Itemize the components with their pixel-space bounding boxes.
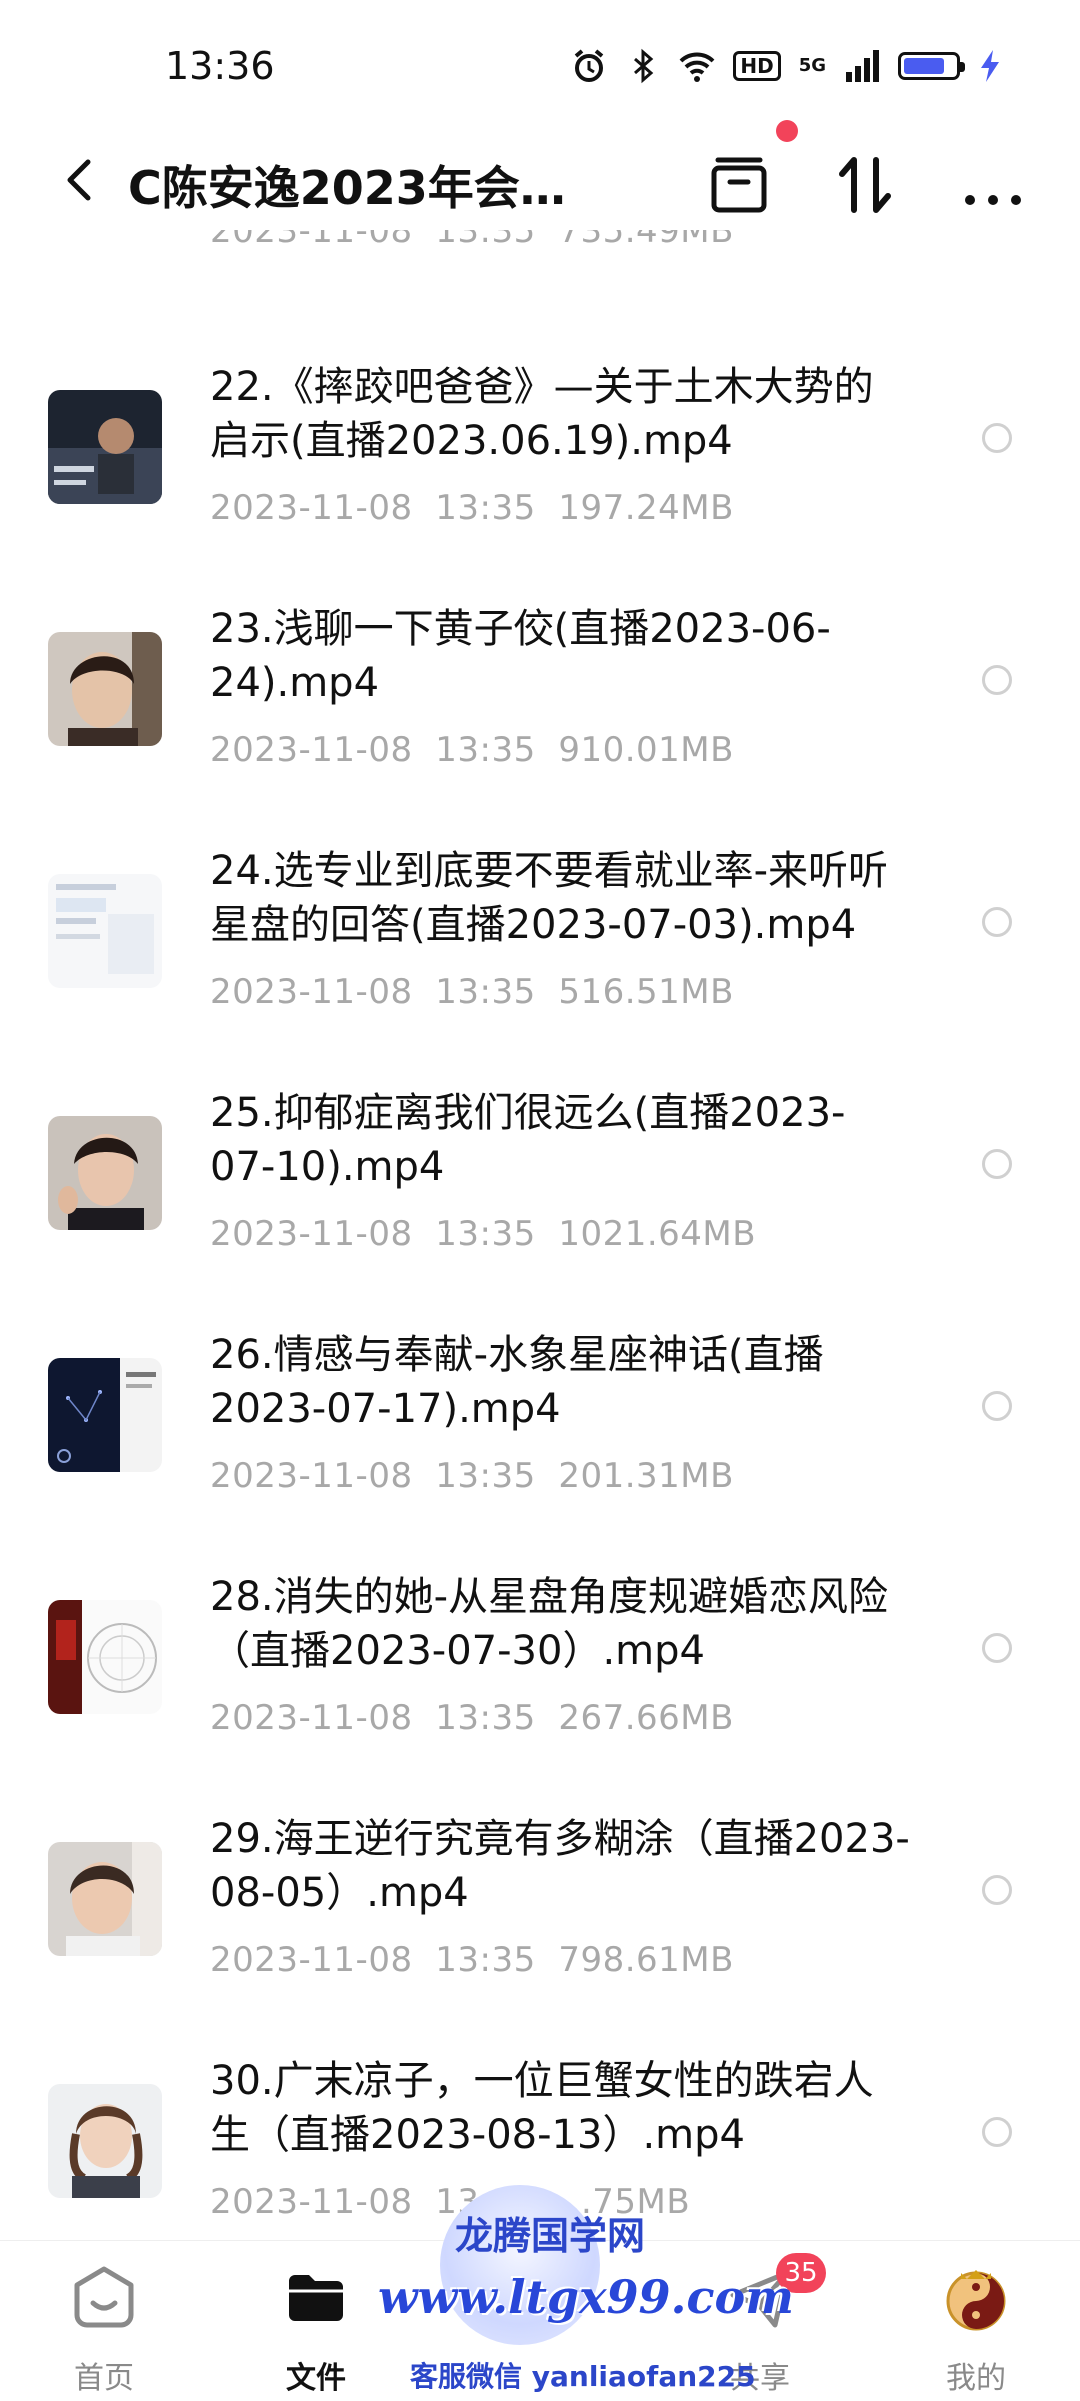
select-radio[interactable] bbox=[982, 665, 1012, 695]
video-thumbnail bbox=[48, 1842, 162, 1956]
network-type: 5G bbox=[798, 55, 826, 76]
select-radio[interactable] bbox=[982, 1391, 1012, 1421]
file-name: 28.消失的她-从星盘角度规避婚恋风险（直播2023-07-30）.mp4 bbox=[210, 1574, 889, 1674]
status-time: 13:36 bbox=[165, 44, 275, 88]
select-radio[interactable] bbox=[982, 1875, 1012, 1905]
nav-me[interactable]: 我的 bbox=[906, 2253, 1046, 2396]
page-title: C陈安逸2023年会员... bbox=[128, 161, 608, 215]
select-radio[interactable] bbox=[982, 1149, 1012, 1179]
list-item[interactable]: 23.浅聊一下黄子佼(直播2023-06-24).mp4 2023-11-08 … bbox=[0, 602, 1080, 844]
list-item[interactable]: 2023-11-08 13:35 735.49MB bbox=[0, 230, 1080, 290]
file-meta: 2023-11-08 13:35 197.24MB bbox=[210, 488, 734, 528]
home-icon bbox=[74, 2266, 134, 2328]
video-thumbnail bbox=[48, 2084, 162, 2198]
file-name: 29.海王逆行究竟有多糊涂（直播2023-08-05）.mp4 bbox=[210, 1816, 910, 1916]
file-meta: 2023-11-08 13:35 201.31MB bbox=[210, 1456, 734, 1496]
watermark: 龙腾国学网 www.ltgx99.com 客服微信 yanliaofan225 bbox=[360, 2175, 794, 2400]
list-item[interactable]: 25.抑郁症离我们很远么(直播2023-07-10).mp4 2023-11-0… bbox=[0, 1086, 1080, 1328]
file-list: 2023-11-08 13:35 735.49MB 22.《摔跤吧爸爸》—关于土… bbox=[0, 230, 1080, 2240]
status-bar: 13:36 HD 5G bbox=[0, 0, 1080, 130]
file-meta: 2023-11-08 13:35 516.51MB bbox=[210, 972, 734, 1012]
video-thumbnail bbox=[48, 390, 162, 504]
select-radio[interactable] bbox=[982, 423, 1012, 453]
battery-icon bbox=[898, 52, 965, 80]
watermark-wechat: 客服微信 yanliaofan225 bbox=[410, 2360, 756, 2393]
file-name: 30.广末凉子，一位巨蟹女性的跌宕人生（直播2023-08-13）.mp4 bbox=[210, 2058, 874, 2158]
nav-label: 首页 bbox=[74, 2361, 134, 2396]
transfer-list-icon[interactable] bbox=[704, 150, 774, 220]
file-name: 23.浅聊一下黄子佼(直播2023-06-24).mp4 bbox=[210, 606, 831, 706]
more-icon[interactable] bbox=[958, 150, 1028, 220]
video-thumbnail bbox=[48, 1600, 162, 1714]
select-radio[interactable] bbox=[982, 907, 1012, 937]
watermark-title: 龙腾国学网 bbox=[455, 2214, 646, 2258]
hd-badge: HD bbox=[733, 51, 781, 81]
list-item[interactable]: 24.选专业到底要不要看就业率-来听听星盘的回答(直播2023-07-03).m… bbox=[0, 844, 1080, 1086]
back-button[interactable] bbox=[50, 150, 110, 210]
file-meta: 2023-11-08 13:35 267.66MB bbox=[210, 1698, 734, 1738]
sort-icon[interactable] bbox=[830, 150, 900, 220]
video-thumbnail bbox=[48, 1358, 162, 1472]
file-meta: 2023-11-08 13:35 910.01MB bbox=[210, 730, 734, 770]
bluetooth-icon bbox=[634, 48, 654, 84]
notification-dot bbox=[776, 120, 798, 142]
list-item[interactable]: 29.海王逆行究竟有多糊涂（直播2023-08-05）.mp4 2023-11-… bbox=[0, 1812, 1080, 2054]
select-radio[interactable] bbox=[982, 1633, 1012, 1663]
watermark-url: www.ltgx99.com bbox=[378, 2270, 794, 2324]
charging-icon bbox=[981, 50, 999, 82]
video-thumbnail bbox=[48, 874, 162, 988]
file-name: 24.选专业到底要不要看就业率-来听听星盘的回答(直播2023-07-03).m… bbox=[210, 848, 889, 948]
status-icons: HD 5G bbox=[571, 48, 1002, 84]
video-thumbnail bbox=[48, 632, 162, 746]
list-item[interactable]: 22.《摔跤吧爸爸》—关于土木大势的启示(直播2023.06.19).mp4 2… bbox=[0, 360, 1080, 602]
alarm-icon bbox=[575, 49, 604, 82]
file-meta: 2023-11-08 13:35 735.49MB bbox=[210, 230, 734, 251]
folder-icon bbox=[289, 2275, 343, 2321]
avatar-icon bbox=[946, 2270, 1006, 2331]
signal-icon bbox=[846, 50, 879, 82]
file-name: 25.抑郁症离我们很远么(直播2023-07-10).mp4 bbox=[210, 1090, 846, 1190]
wifi-icon bbox=[679, 52, 715, 82]
header: C陈安逸2023年会员... bbox=[0, 130, 1080, 230]
select-radio[interactable] bbox=[982, 2117, 1012, 2147]
nav-home[interactable]: 首页 bbox=[34, 2253, 174, 2396]
file-meta: 2023-11-08 13:35 798.61MB bbox=[210, 1940, 734, 1980]
nav-label: 我的 bbox=[946, 2361, 1006, 2396]
file-name: 26.情感与奉献-水象星座神话(直播2023-07-17).mp4 bbox=[210, 1332, 824, 1432]
list-item[interactable]: 26.情感与奉献-水象星座神话(直播2023-07-17).mp4 2023-1… bbox=[0, 1328, 1080, 1570]
file-meta: 2023-11-08 13:35 1021.64MB bbox=[210, 1214, 757, 1254]
video-thumbnail bbox=[48, 1116, 162, 1230]
file-name: 22.《摔跤吧爸爸》—关于土木大势的启示(直播2023.06.19).mp4 bbox=[210, 364, 874, 464]
list-item[interactable]: 28.消失的她-从星盘角度规避婚恋风险（直播2023-07-30）.mp4 20… bbox=[0, 1570, 1080, 1812]
